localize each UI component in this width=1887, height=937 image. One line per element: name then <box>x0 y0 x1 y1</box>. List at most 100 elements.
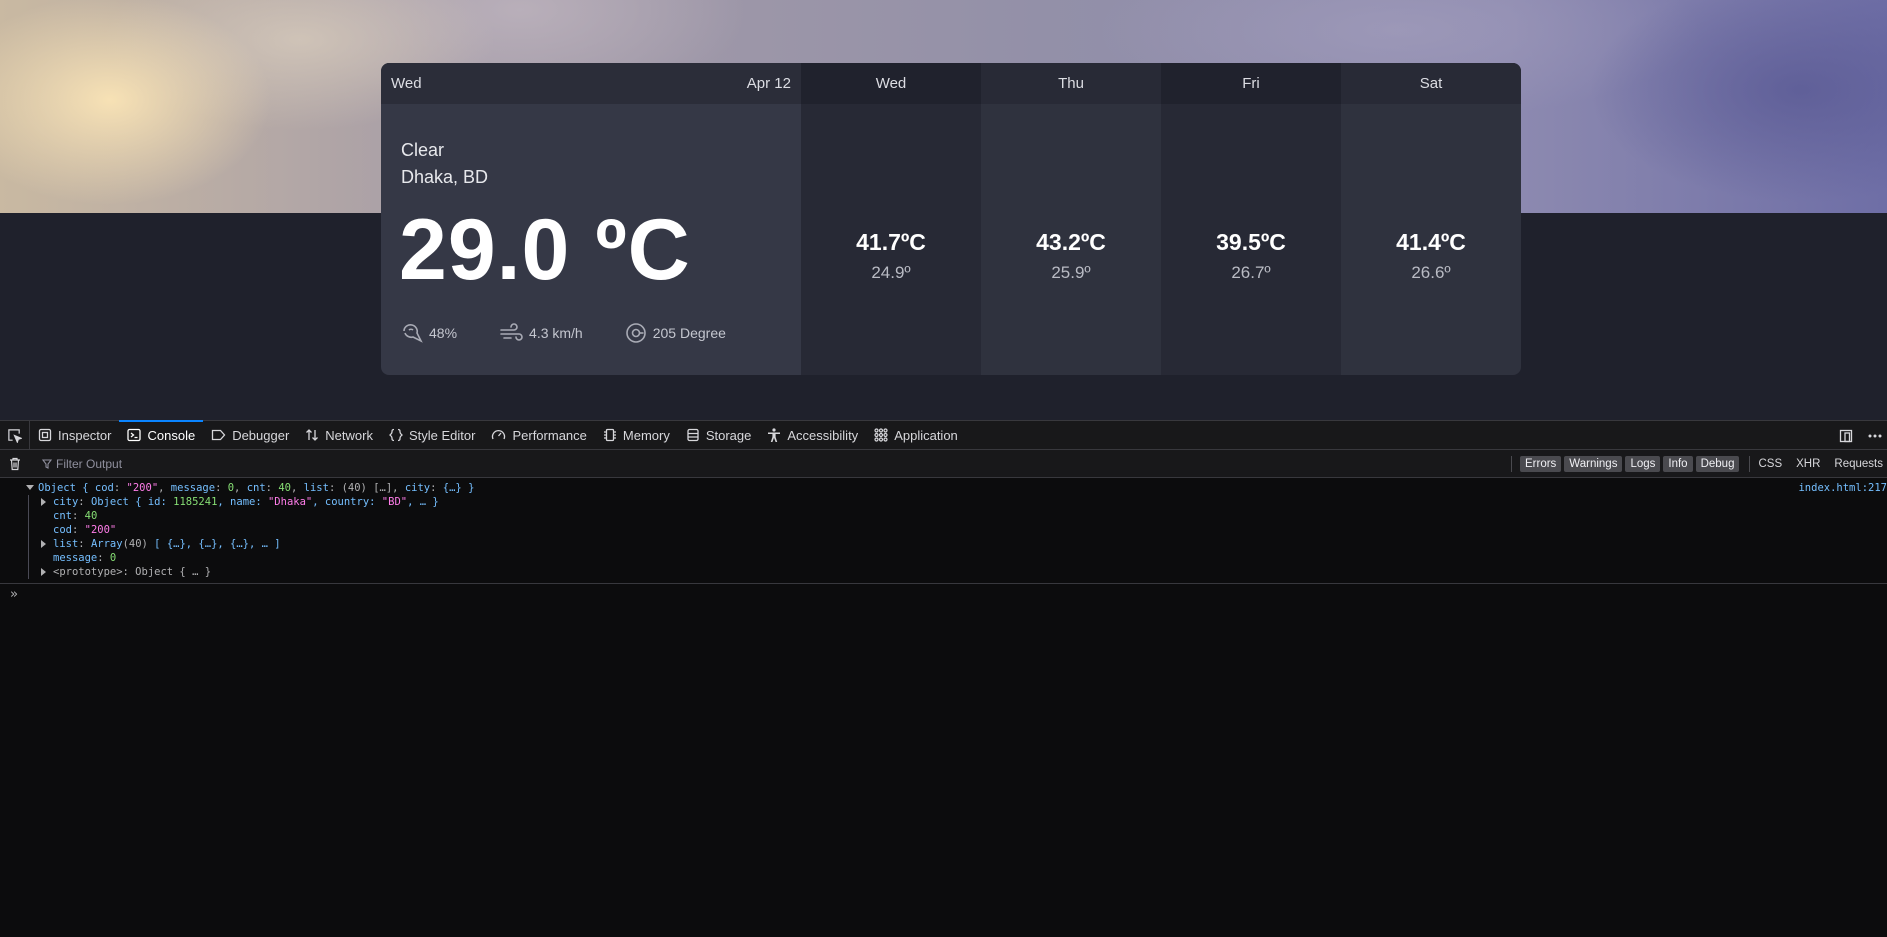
today-panel: Wed Apr 12 Clear Dhaka, BD 29.0 ºC 48% 4… <box>381 63 801 375</box>
accessibility-icon <box>768 427 781 442</box>
filter-debug-button[interactable]: Debug <box>1695 455 1740 472</box>
filter-warnings-button[interactable]: Warnings <box>1564 455 1623 472</box>
filter-logs-button[interactable]: Logs <box>1625 455 1661 472</box>
collapsed-arrow-icon[interactable] <box>41 540 46 548</box>
humidity-icon <box>403 324 423 343</box>
direction-metric: 205 Degree <box>625 322 726 344</box>
source-link[interactable]: index.html:217 <box>1798 481 1887 495</box>
wind-value: 4.3 km/h <box>529 325 583 341</box>
braces-icon <box>389 428 403 442</box>
tab-style-editor[interactable]: Style Editor <box>381 421 483 450</box>
grid-icon <box>874 428 888 442</box>
tab-debugger[interactable]: Debugger <box>203 421 297 450</box>
console-filter-bar: Filter Output Errors Warnings Logs Info … <box>0 450 1887 478</box>
tree-row-list[interactable]: list: Array(40) [ {…}, {…}, {…}, … ] <box>0 537 1887 551</box>
expanded-arrow-icon[interactable] <box>26 485 34 490</box>
filter-icon <box>42 458 52 469</box>
filter-output-input[interactable]: Filter Output <box>42 457 122 471</box>
tab-performance[interactable]: Performance <box>483 421 594 450</box>
wind-icon <box>500 323 523 341</box>
tab-label: Accessibility <box>787 427 859 443</box>
forecast-day-name: Wed <box>801 63 981 104</box>
humidity-metric: 48% <box>401 322 457 344</box>
devtools-panel: Inspector Console Debugger Network Style… <box>0 419 1887 937</box>
direction-value: 205 Degree <box>652 325 726 341</box>
forecast-min-temp: 26.6º <box>1411 263 1451 282</box>
filter-requests-button[interactable]: Requests <box>1834 458 1883 470</box>
log-level-filters: Errors Warnings Logs Info Debug CSS XHR … <box>1504 450 1887 477</box>
prompt-chevron-icon: » <box>10 587 18 602</box>
condition-block: Clear Dhaka, BD <box>401 137 488 191</box>
collapsed-arrow-icon[interactable] <box>41 568 46 576</box>
gauge-icon <box>492 429 506 440</box>
collapsed-arrow-icon[interactable] <box>41 498 46 506</box>
tab-network[interactable]: Network <box>297 421 381 450</box>
filter-errors-button[interactable]: Errors <box>1519 455 1562 472</box>
tab-storage[interactable]: Storage <box>678 421 760 450</box>
forecast-day: Fri 39.5ºC 26.7º <box>1161 63 1341 375</box>
console-input[interactable]: » <box>0 584 1887 606</box>
filter-xhr-button[interactable]: XHR <box>1796 458 1820 470</box>
tab-label: Inspector <box>58 427 112 443</box>
forecast-min-temp: 25.9º <box>1051 263 1091 282</box>
element-picker-button[interactable] <box>0 420 30 450</box>
tab-label: Debugger <box>232 427 290 443</box>
page-viewport: Wed Apr 12 Clear Dhaka, BD 29.0 ºC 48% 4… <box>0 0 1887 420</box>
location-text: Dhaka, BD <box>401 167 489 187</box>
divider <box>1749 455 1751 472</box>
today-day: Wed <box>391 75 422 92</box>
forecast-day-name: Fri <box>1161 63 1341 104</box>
tree-row-message: message: 0 <box>53 552 117 564</box>
filter-css-button[interactable]: CSS <box>1758 458 1782 470</box>
forecast-day-name: Sat <box>1341 63 1521 104</box>
log-object-summary[interactable]: Object { cod: "200", message: 0, cnt: 40… <box>0 481 1887 495</box>
forecast-day: Wed 41.7ºC 24.9º <box>801 63 981 375</box>
tab-label: Console <box>147 427 196 443</box>
tab-label: Application <box>894 427 958 443</box>
storage-icon <box>687 428 699 442</box>
forecast-max-temp: 39.5ºC <box>1216 229 1286 255</box>
tree-row-cod: cod: "200" <box>53 524 117 536</box>
compass-icon <box>625 323 646 343</box>
today-header: Wed Apr 12 <box>381 63 801 104</box>
responsive-design-icon[interactable] <box>1839 429 1853 443</box>
element-picker-icon <box>8 428 22 443</box>
tab-label: Storage <box>705 427 752 443</box>
today-date: Apr 12 <box>746 75 791 92</box>
tree-row-prototype[interactable]: <prototype>: Object { … } <box>0 565 1887 579</box>
console-icon <box>127 428 142 442</box>
forecast-day-name: Thu <box>981 63 1161 104</box>
inspector-icon <box>38 428 52 442</box>
tab-label: Network <box>325 427 373 443</box>
devtools-toolbar-right <box>1839 421 1887 450</box>
forecast-max-temp: 43.2ºC <box>1036 229 1106 255</box>
tab-accessibility[interactable]: Accessibility <box>759 421 866 450</box>
condition-text: Clear <box>401 140 445 160</box>
devtools-toolbar: Inspector Console Debugger Network Style… <box>0 419 1887 450</box>
forecast-max-temp: 41.7ºC <box>856 229 926 255</box>
forecast-min-temp: 26.7º <box>1231 263 1271 282</box>
network-icon <box>306 429 319 441</box>
weather-card: Wed Apr 12 Clear Dhaka, BD 29.0 ºC 48% 4… <box>381 63 1521 375</box>
tab-inspector[interactable]: Inspector <box>30 421 119 450</box>
forecast-max-temp: 41.4ºC <box>1396 229 1466 255</box>
tab-application[interactable]: Application <box>866 421 966 450</box>
more-options-icon[interactable] <box>1867 429 1883 443</box>
tab-label: Performance <box>512 427 587 443</box>
humidity-value: 48% <box>429 325 458 341</box>
tab-memory[interactable]: Memory <box>595 421 678 450</box>
tab-label: Style Editor <box>408 427 476 443</box>
debugger-icon <box>212 429 226 441</box>
filter-info-button[interactable]: Info <box>1663 455 1693 472</box>
clear-console-button[interactable] <box>0 457 30 471</box>
memory-chip-icon <box>603 428 616 442</box>
tab-console[interactable]: Console <box>119 419 203 450</box>
forecast-day: Thu 43.2ºC 25.9º <box>981 63 1161 375</box>
filter-placeholder: Filter Output <box>56 456 123 471</box>
trash-icon <box>10 457 20 470</box>
tab-label: Memory <box>622 427 670 443</box>
forecast-day: Sat 41.4ºC 26.6º <box>1341 63 1521 375</box>
tree-row-city[interactable]: city: Object { id: 1185241, name: "Dhaka… <box>0 495 1887 509</box>
metrics-row: 48% 4.3 km/h 205 Degree <box>401 322 768 344</box>
tree-row-cnt: cnt: 40 <box>53 510 98 522</box>
